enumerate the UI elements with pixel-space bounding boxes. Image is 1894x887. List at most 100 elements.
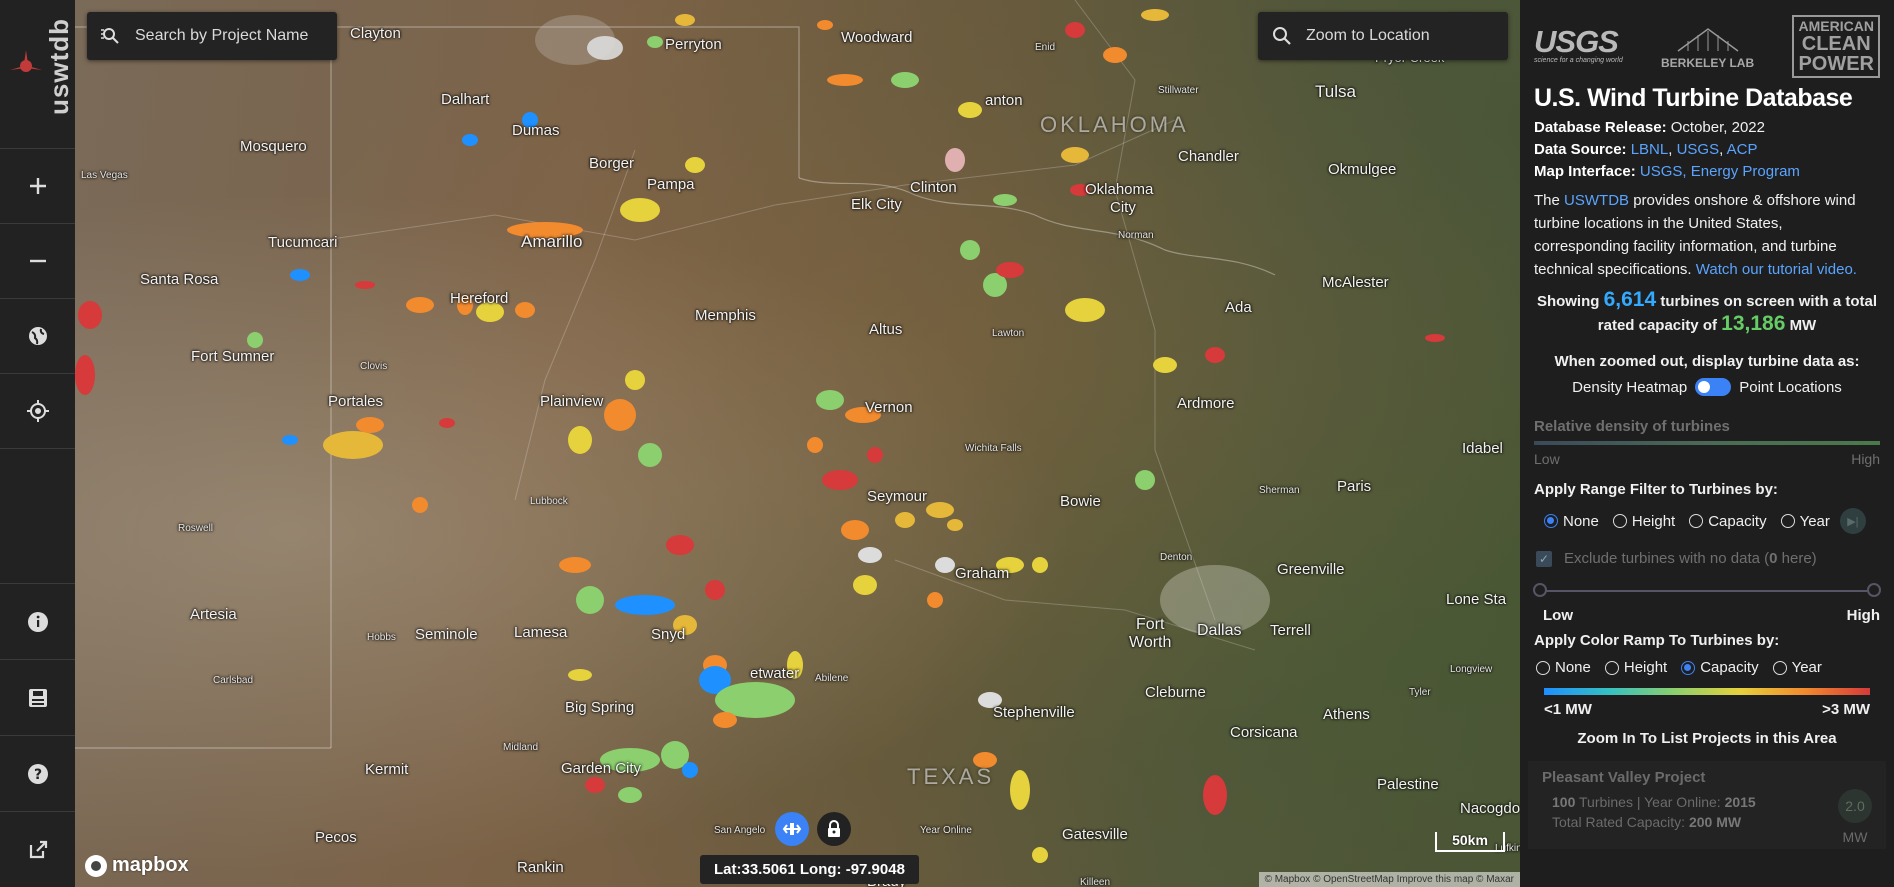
info-button[interactable] [0, 583, 75, 659]
ramp-high-label: >3 MW [1822, 701, 1870, 718]
slider-low-handle[interactable] [1533, 583, 1547, 597]
radio-label: None [1555, 659, 1591, 676]
mapbox-wordmark: mapbox [112, 854, 189, 876]
color-ramp-labels: <1 MW >3 MW [1544, 701, 1870, 718]
place-label: Pampa [647, 176, 695, 193]
project-stats: 100 Turbines | Year Online: 2015 [1552, 794, 1872, 810]
zoom-to-location-input[interactable] [1304, 26, 1488, 46]
crosshair-icon [26, 400, 49, 422]
berkeley-lab-logo[interactable]: BERKELEY LAB [1661, 23, 1754, 70]
place-label: Rankin [517, 859, 564, 876]
radio-icon [1772, 660, 1787, 675]
compare-icon [782, 823, 802, 835]
place-label: Snyd [651, 626, 686, 643]
exclude-no-data-row[interactable]: ✓ Exclude turbines with no data (0 here) [1536, 550, 1880, 567]
range-filter-options: None Height Capacity Year ▶| [1544, 508, 1880, 534]
place-label: Dallas [1197, 622, 1242, 639]
release-row: Database Release: October, 2022 [1534, 119, 1880, 136]
place-label: Altus [869, 321, 903, 338]
tutorial-video-link[interactable]: Watch our tutorial video. [1696, 261, 1857, 278]
save-button[interactable] [0, 659, 75, 735]
exclude-text: here) [1777, 550, 1817, 567]
project-capacity: 200 MW [1688, 814, 1742, 830]
info-panel: USGS science for a changing world BERKEL… [1520, 0, 1894, 887]
radio-label: None [1563, 512, 1599, 530]
place-label: Clovis [360, 361, 388, 372]
project-turbine-count: 100 [1552, 794, 1576, 810]
exclude-no-data-label: Exclude turbines with no data (0 here) [1564, 550, 1817, 567]
help-button[interactable]: ? [0, 735, 75, 811]
place-label: Palestine [1377, 776, 1439, 793]
ramp-option-none[interactable]: None [1536, 659, 1591, 676]
uswtdb-link[interactable]: USWTDB [1564, 192, 1629, 209]
ramp-option-height[interactable]: Height [1604, 659, 1667, 676]
radio-icon [1780, 514, 1795, 528]
range-option-none[interactable]: None [1544, 513, 1599, 530]
range-option-height[interactable]: Height [1612, 512, 1676, 530]
acp-logo[interactable]: AMERICAN CLEAN POWER [1792, 14, 1880, 78]
place-label: Vernon [865, 399, 913, 416]
place-label: Portales [328, 393, 384, 410]
energy-program-link[interactable]: USGS, Energy Program [1640, 163, 1800, 180]
place-label: Ardmore [1177, 395, 1235, 412]
range-option-capacity[interactable]: Capacity [1689, 512, 1767, 530]
place-label: Year Online [920, 825, 972, 836]
place-label: Las Vegas [81, 170, 128, 181]
display-mode-switch[interactable] [1695, 378, 1732, 396]
zoom-to-location-box[interactable] [1258, 12, 1508, 60]
acp-logo-line: POWER [1798, 52, 1874, 75]
checkbox-checked-icon[interactable]: ✓ [1536, 550, 1552, 567]
place-label: San Angelo [714, 825, 766, 836]
compare-button[interactable] [775, 812, 809, 846]
place-label: Greenville [1277, 561, 1345, 578]
play-icon: ▶| [1847, 515, 1859, 528]
map-canvas[interactable]: Clayton Perryton Woodward Enid Pryor Cre… [75, 0, 1520, 887]
radio-icon [1689, 514, 1704, 528]
project-mw-value: 2.0 [1838, 789, 1872, 823]
project-card[interactable]: Pleasant Valley Project 100 Turbines | Y… [1528, 761, 1886, 849]
ramp-option-capacity[interactable]: Capacity [1681, 659, 1759, 676]
usgs-link[interactable]: USGS [1677, 141, 1720, 158]
range-option-year[interactable]: Year [1780, 513, 1830, 530]
slider-high-handle[interactable] [1867, 583, 1881, 597]
locate-button[interactable] [0, 374, 75, 449]
place-label: Mosquero [240, 138, 307, 155]
place-label: Artesia [190, 606, 237, 623]
map-attribution[interactable]: © Mapbox © OpenStreetMap Improve this ma… [1258, 872, 1520, 887]
place-label: Garden City [561, 760, 642, 777]
place-label: Stillwater [1158, 85, 1199, 96]
project-capacity-row: Total Rated Capacity: 200 MW [1552, 814, 1872, 830]
toggle-left-label: Density Heatmap [1572, 378, 1688, 396]
external-link-button[interactable] [0, 811, 75, 887]
zoom-out-button[interactable] [0, 224, 75, 299]
summary-text: Showing [1536, 293, 1600, 310]
project-search-input[interactable] [133, 26, 317, 46]
project-year-label: Year Online: [1644, 794, 1721, 810]
density-legend-bar [1534, 441, 1880, 445]
place-label: Hereford [450, 290, 509, 307]
slider-track [1540, 590, 1874, 592]
range-slider[interactable] [1533, 581, 1881, 601]
play-animation-button[interactable]: ▶| [1839, 508, 1866, 534]
basemap-button[interactable] [0, 299, 75, 374]
place-label: Corsicana [1230, 724, 1298, 741]
acp-link[interactable]: ACP [1727, 141, 1758, 158]
radio-label: Capacity [1708, 512, 1767, 530]
place-label: Seymour [867, 488, 928, 505]
ramp-option-year[interactable]: Year [1772, 659, 1822, 676]
place-label: Killeen [1080, 877, 1111, 887]
zoom-in-button[interactable] [0, 149, 75, 224]
place-label: Santa Rosa [140, 271, 219, 288]
left-toolbar: uswtdb ? [0, 0, 76, 887]
slider-low-label: Low [1543, 607, 1573, 624]
info-icon [27, 611, 48, 632]
radio-icon [1612, 514, 1627, 528]
radio-label: Height [1631, 512, 1676, 530]
lock-button[interactable] [817, 812, 851, 846]
usgs-logo[interactable]: USGS science for a changing world [1534, 26, 1623, 65]
project-search-box[interactable] [87, 12, 337, 60]
lbnl-link[interactable]: LBNL [1631, 141, 1669, 158]
brand[interactable]: uswtdb [0, 0, 75, 149]
mapbox-logo[interactable]: mapbox [85, 854, 189, 877]
place-label: Memphis [695, 307, 756, 324]
